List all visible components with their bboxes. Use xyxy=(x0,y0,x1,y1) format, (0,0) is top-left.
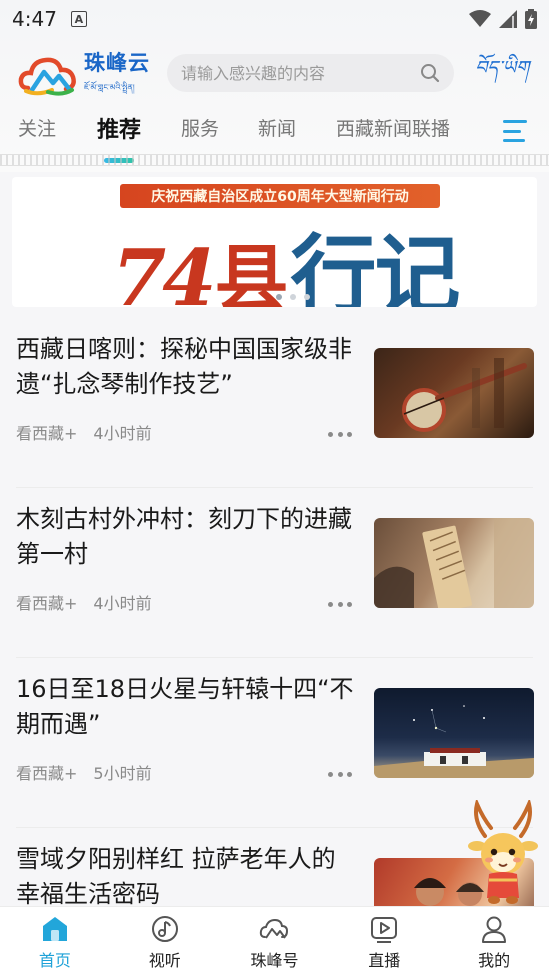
carousel-dot[interactable] xyxy=(290,294,296,300)
antelope-mascot-icon xyxy=(468,797,538,904)
banner-carousel[interactable]: 庆祝西藏自治区成立60周年大型新闻行动 74 县 行记 xyxy=(12,177,537,307)
status-bar: 4:47 A xyxy=(0,0,549,38)
instrument-image xyxy=(402,358,527,432)
mascot-floating-button[interactable] xyxy=(463,797,543,908)
carousel-dot[interactable] xyxy=(276,294,282,300)
play-icon xyxy=(371,917,398,943)
tab-services[interactable]: 服务 xyxy=(181,114,219,141)
news-title[interactable]: 雪域夕阳别样红 拉萨老年人的幸福生活密码 xyxy=(16,842,354,912)
news-item[interactable]: 西藏日喀则：探秘中国国家级非遗“扎念琴制作技艺” 看西藏+ 4小时前 xyxy=(0,318,549,488)
more-options-icon[interactable] xyxy=(328,430,352,438)
channel-menu-icon[interactable] xyxy=(503,120,527,142)
search-bar[interactable] xyxy=(167,54,454,92)
woodblock-image xyxy=(374,518,534,608)
nav-home[interactable]: 首页 xyxy=(0,907,110,976)
search-icon[interactable] xyxy=(420,63,440,83)
nav-label: 珠峰号 xyxy=(250,951,299,970)
news-thumbnail[interactable] xyxy=(374,688,534,778)
news-time: 5小时前 xyxy=(93,764,152,783)
status-time: 4:47 xyxy=(12,7,57,31)
tab-recommend[interactable]: 推荐 xyxy=(97,112,141,144)
nav-label: 视听 xyxy=(148,951,181,970)
tab-follow[interactable]: 关注 xyxy=(18,114,56,141)
search-input[interactable] xyxy=(181,63,420,83)
tab-tibet-news-broadcast[interactable]: 西藏新闻联播 xyxy=(336,114,450,141)
cloud-logo-icon xyxy=(18,57,76,96)
banner-journal: 行记 xyxy=(290,226,461,307)
channel-tabs: 关注 推荐 服务 新闻 西藏新闻联播 xyxy=(0,114,549,152)
night-sky-image xyxy=(374,705,534,778)
news-item[interactable]: 木刻古村外冲村：刻刀下的进藏第一村 看西藏+ 4小时前 xyxy=(0,488,549,658)
news-source: 看西藏+ xyxy=(16,424,78,443)
bottom-navigation: 首页 视听 珠峰号 直播 我的 xyxy=(0,906,549,976)
nav-audio-video[interactable]: 视听 xyxy=(110,907,220,976)
nav-zhufeng-account[interactable]: 珠峰号 xyxy=(220,907,330,976)
carousel-dots xyxy=(276,294,310,300)
nav-mine[interactable]: 我的 xyxy=(439,907,549,976)
nav-label: 直播 xyxy=(368,951,401,970)
news-time: 4小时前 xyxy=(93,594,152,613)
home-icon xyxy=(42,917,67,941)
banner-title: 74 县 行记 xyxy=(112,205,461,307)
nav-label: 首页 xyxy=(38,951,71,970)
news-title[interactable]: 16日至18日火星与轩辕十四“不期而遇” xyxy=(16,672,354,742)
news-meta: 看西藏+ 4小时前 xyxy=(16,420,152,444)
language-toggle-button[interactable]: བོད་ཡིག xyxy=(470,56,534,90)
user-icon xyxy=(482,916,507,943)
news-title[interactable]: 西藏日喀则：探秘中国国家级非遗“扎念琴制作技艺” xyxy=(16,332,354,402)
more-options-icon[interactable] xyxy=(328,770,352,778)
carousel-dot[interactable] xyxy=(304,294,310,300)
nav-label: 我的 xyxy=(478,951,511,970)
banner-number: 74 xyxy=(112,233,217,307)
wifi-icon xyxy=(469,10,491,27)
news-source: 看西藏+ xyxy=(16,764,78,783)
news-time: 4小时前 xyxy=(93,424,152,443)
tab-news[interactable]: 新闻 xyxy=(258,114,296,141)
decorative-border xyxy=(0,154,549,166)
app-logo[interactable]: 珠峰云 ཇོ་མོ་གླང་མའི་སྤྲིན། xyxy=(18,48,150,100)
news-title[interactable]: 木刻古村外冲村：刻刀下的进藏第一村 xyxy=(16,502,354,572)
nav-live[interactable]: 直播 xyxy=(329,907,439,976)
logo-name: 珠峰云 xyxy=(84,51,150,75)
news-meta: 看西藏+ 5小时前 xyxy=(16,760,152,784)
news-source: 看西藏+ xyxy=(16,594,78,613)
more-options-icon[interactable] xyxy=(328,600,352,608)
battery-icon xyxy=(525,9,537,29)
news-thumbnail[interactable] xyxy=(374,348,534,438)
signal-icon xyxy=(499,10,517,28)
notification-icon: A xyxy=(70,11,87,27)
news-meta: 看西藏+ 4小时前 xyxy=(16,590,152,614)
status-indicators xyxy=(469,9,537,29)
news-thumbnail[interactable] xyxy=(374,518,534,608)
music-note-icon xyxy=(151,916,178,942)
cloud-logo-icon xyxy=(260,918,289,939)
logo-subtitle: ཇོ་མོ་གླང་མའི་སྤྲིན། xyxy=(84,83,135,92)
